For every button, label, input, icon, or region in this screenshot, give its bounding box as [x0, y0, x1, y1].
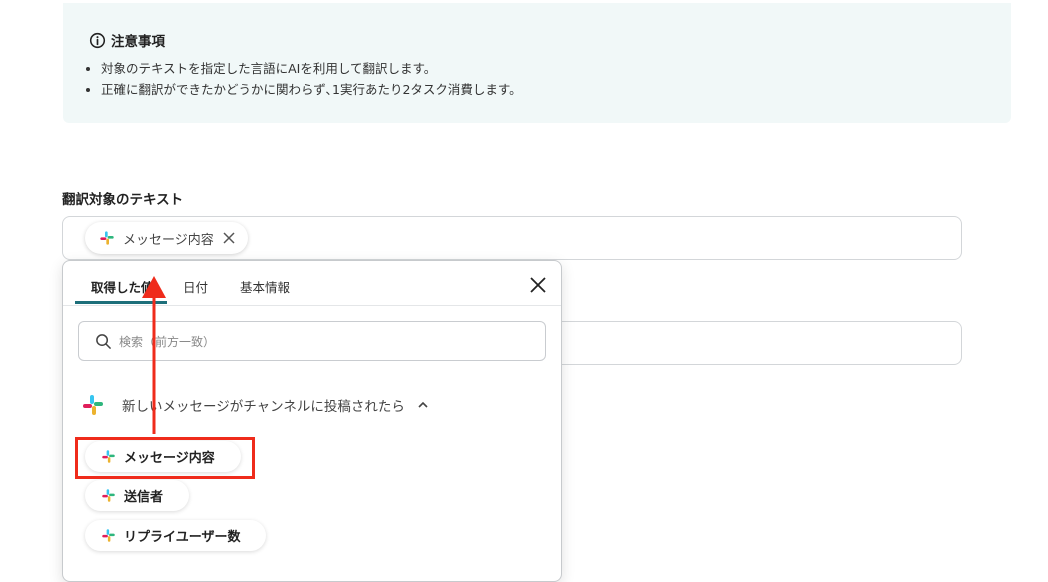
arrow-up-icon [142, 276, 166, 434]
close-icon[interactable] [529, 276, 547, 294]
notice-item: 正確に翻訳ができたかどうかに関わらず､1実行あたり2タスク消費します。 [101, 79, 522, 100]
field-label: 翻訳対象のテキスト [62, 192, 184, 208]
search-icon [96, 334, 111, 349]
info-icon [89, 32, 106, 48]
translation-text-field[interactable]: メッセージ内容 [62, 216, 962, 260]
notice-title-text: 注意事項 [111, 34, 165, 50]
remove-chip-icon[interactable] [222, 231, 236, 245]
value-picker-popup: 取得した値 日付 基本情報 新しいメッセージがチャンネルに投稿されたら [62, 260, 562, 582]
tab-bar: 取得した値 日付 基本情報 [63, 261, 561, 306]
chip-label: メッセージ内容 [123, 232, 214, 248]
item-label: リプライユーザー数 [124, 530, 241, 545]
trigger-section-header[interactable]: 新しいメッセージがチャンネルに投稿されたら [81, 393, 429, 417]
slack-icon [100, 231, 114, 245]
highlight-box [75, 437, 255, 479]
tab-date[interactable]: 日付 [183, 277, 208, 296]
slack-icon [83, 395, 103, 415]
list-item-sender[interactable]: 送信者 [85, 480, 190, 511]
value-chip[interactable]: メッセージ内容 [85, 222, 248, 254]
slack-icon [102, 529, 115, 542]
item-label: 送信者 [124, 490, 164, 505]
notice-list: 対象のテキストを指定した言語にAIを利用して翻訳します。 正確に翻訳ができたかど… [83, 58, 522, 100]
notice-box: 注意事項 対象のテキストを指定した言語にAIを利用して翻訳します。 正確に翻訳が… [63, 3, 1011, 123]
chevron-up-icon[interactable] [417, 399, 429, 411]
list-item-reply-user-count[interactable]: リプライユーザー数 [85, 520, 267, 551]
notice-item: 対象のテキストを指定した言語にAIを利用して翻訳します。 [101, 58, 522, 79]
notice-title: 注意事項 [89, 30, 165, 50]
slack-icon [102, 489, 115, 502]
search-input[interactable] [117, 330, 521, 354]
tab-basic-info[interactable]: 基本情報 [240, 277, 290, 296]
